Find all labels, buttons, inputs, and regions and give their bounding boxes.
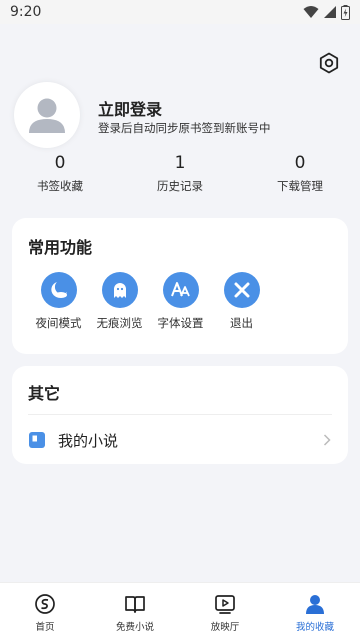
ghost-icon bbox=[101, 272, 138, 308]
play-icon bbox=[215, 595, 235, 614]
status-bar: 9:20 bbox=[0, 0, 360, 24]
function-row: 夜间模式 无痕浏览 字体设置 退出 bbox=[28, 272, 272, 331]
stat-value: 0 bbox=[54, 153, 66, 173]
battery-icon bbox=[341, 4, 350, 20]
stats-row: 0 书签收藏 1 历史记录 0 下载管理 bbox=[0, 152, 360, 198]
function-label: 退出 bbox=[230, 316, 253, 330]
close-icon bbox=[223, 272, 260, 308]
home-icon bbox=[35, 594, 55, 614]
gear-icon bbox=[319, 52, 339, 74]
wifi-icon bbox=[303, 6, 319, 18]
open-book-icon bbox=[125, 596, 145, 613]
function-label: 字体设置 bbox=[157, 316, 204, 330]
nav-free-novels[interactable]: 免费小说 bbox=[90, 583, 180, 641]
function-label: 无痕浏览 bbox=[96, 316, 143, 330]
common-functions-card: 常用功能 夜间模式 无痕浏览 字体设置 退出 bbox=[12, 218, 348, 354]
night-mode-icon bbox=[40, 272, 77, 308]
logout-button[interactable]: 退出 bbox=[211, 272, 272, 331]
status-time: 9:20 bbox=[10, 4, 42, 20]
stat-bookmarks[interactable]: 0 书签收藏 bbox=[0, 152, 120, 198]
user-icon bbox=[306, 595, 324, 614]
login-subtitle: 登录后自动同步原书签到新账号中 bbox=[98, 121, 271, 135]
font-settings-button[interactable]: 字体设置 bbox=[150, 272, 211, 331]
divider bbox=[28, 414, 332, 415]
nav-label: 放映厅 bbox=[210, 622, 240, 633]
status-icons bbox=[303, 4, 350, 20]
default-avatar-icon bbox=[18, 86, 76, 144]
chevron-right-icon bbox=[323, 434, 331, 446]
nav-home[interactable]: 首页 bbox=[0, 583, 90, 641]
stat-history[interactable]: 1 历史记录 bbox=[120, 152, 240, 198]
font-icon bbox=[162, 272, 199, 308]
profile-header[interactable]: 立即登录 登录后自动同步原书签到新账号中 bbox=[16, 84, 346, 154]
stat-value: 0 bbox=[294, 153, 306, 173]
nav-theater[interactable]: 放映厅 bbox=[180, 583, 270, 641]
nav-label: 免费小说 bbox=[115, 622, 154, 633]
bottom-nav: 首页 免费小说 放映厅 我的收藏 bbox=[0, 582, 360, 641]
stat-label: 书签收藏 bbox=[37, 179, 83, 193]
stat-value: 1 bbox=[174, 153, 186, 173]
avatar[interactable] bbox=[16, 84, 78, 146]
my-novels-row[interactable]: 我的小说 bbox=[28, 424, 332, 456]
function-label: 夜间模式 bbox=[35, 316, 82, 330]
stat-label: 历史记录 bbox=[157, 179, 203, 193]
login-title[interactable]: 立即登录 bbox=[98, 96, 162, 120]
nav-label: 我的收藏 bbox=[295, 622, 334, 633]
stat-downloads[interactable]: 0 下载管理 bbox=[240, 152, 360, 198]
night-mode-button[interactable]: 夜间模式 bbox=[28, 272, 89, 331]
incognito-button[interactable]: 无痕浏览 bbox=[89, 272, 150, 331]
book-icon bbox=[29, 432, 45, 448]
stat-label: 下载管理 bbox=[277, 179, 323, 193]
nav-my-favorites[interactable]: 我的收藏 bbox=[270, 583, 360, 641]
signal-icon bbox=[324, 6, 336, 18]
card-title: 其它 bbox=[28, 384, 61, 403]
other-card: 其它 我的小说 bbox=[12, 366, 348, 464]
card-title: 常用功能 bbox=[28, 238, 93, 257]
my-novels-label: 我的小说 bbox=[58, 431, 119, 450]
nav-label: 首页 bbox=[35, 622, 55, 633]
settings-button[interactable] bbox=[316, 50, 342, 76]
